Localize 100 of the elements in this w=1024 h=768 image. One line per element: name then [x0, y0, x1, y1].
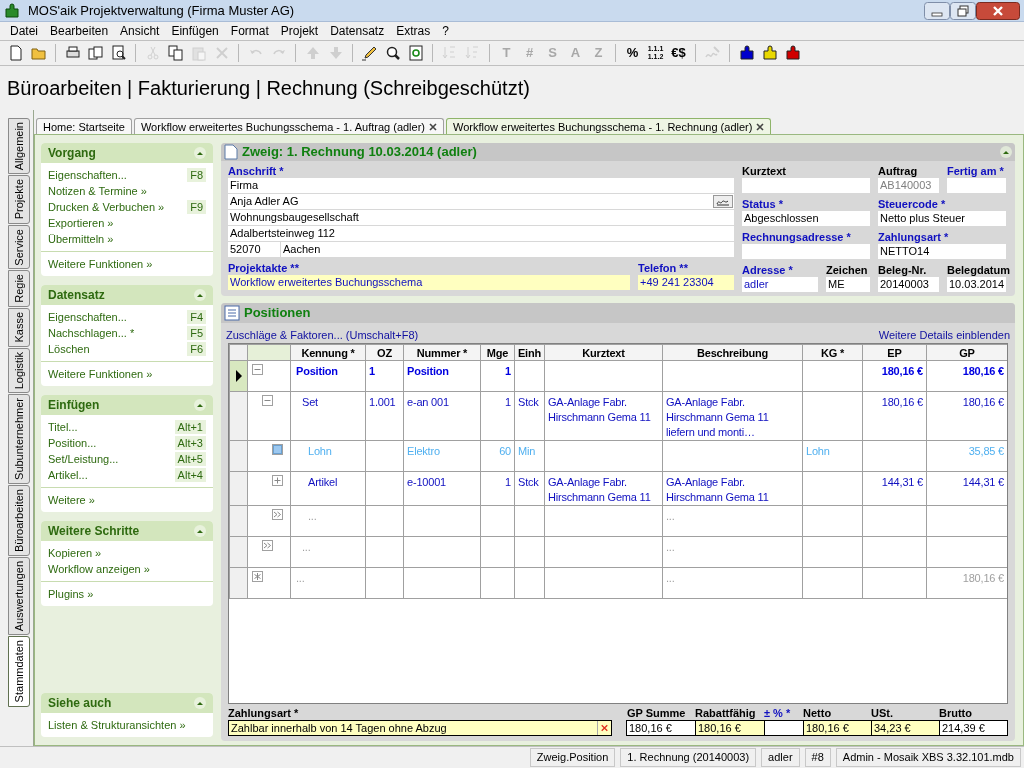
side-tab[interactable]: Regie [8, 270, 30, 308]
task-link[interactable]: Eigenschaften... [48, 168, 127, 182]
input-field[interactable]: 52070 [228, 242, 280, 257]
column-header[interactable]: KG * [802, 344, 863, 361]
input-field[interactable]: Netto plus Steuer [878, 211, 1006, 226]
input-field[interactable]: 10.03.2014 [947, 277, 1006, 292]
column-header[interactable]: Beschreibung [662, 344, 803, 361]
task-link[interactable]: Listen & Strukturansichten » [48, 718, 186, 732]
task-link[interactable]: Kopieren » [48, 546, 102, 560]
printer-icon[interactable] [64, 45, 81, 61]
collapse-icon[interactable] [194, 697, 206, 709]
input-field[interactable]: Aachen [281, 242, 734, 257]
menu-item[interactable]: Datensatz [324, 22, 391, 40]
input-field[interactable]: AB140003 [878, 178, 939, 193]
task-link[interactable]: Set/Leistung... [48, 452, 119, 466]
task-link[interactable]: Position... [48, 436, 97, 450]
close-icon[interactable] [976, 1, 1020, 20]
toolbar-button[interactable]: % [621, 42, 644, 64]
column-header[interactable]: GP [926, 344, 1007, 361]
input-field[interactable]: NETTO14 [878, 244, 1006, 259]
input-field[interactable] [742, 244, 870, 259]
side-tab[interactable]: Allgemein [8, 118, 30, 175]
task-link[interactable]: Weitere » [48, 493, 206, 507]
toolbar-button[interactable]: €$ [667, 42, 690, 64]
section-header[interactable]: Vorgang [41, 143, 213, 163]
column-header[interactable]: Kennung * [290, 344, 366, 361]
more-icon[interactable] [263, 541, 272, 550]
menu-item[interactable]: Datei [4, 22, 44, 40]
task-link[interactable]: Titel... [48, 420, 78, 434]
task-link[interactable]: Workflow anzeigen » [48, 562, 150, 576]
input-field[interactable]: Abgeschlossen [742, 211, 870, 226]
document-tab[interactable]: Workflow erweitertes Buchungsschema - 1. Auftrag (adler) [133, 118, 444, 134]
task-link[interactable]: Plugins » [48, 587, 206, 601]
puzzle-icon[interactable] [738, 45, 755, 61]
expand-icon[interactable] [273, 476, 282, 485]
folder-icon[interactable] [30, 45, 47, 61]
side-tab[interactable]: Büroarbeiten [8, 484, 30, 556]
input-field[interactable]: Zahlbar innerhalb von 14 Tagen ohne Abzug [228, 720, 612, 736]
input-field[interactable]: Wohnungsbaugesellschaft [228, 210, 734, 225]
section-header[interactable]: Einfügen [41, 395, 213, 415]
puzzle-icon[interactable] [784, 45, 801, 61]
puzzle-icon[interactable] [761, 45, 778, 61]
lookup-button[interactable] [713, 195, 733, 208]
side-tab[interactable]: Subunternehmer [8, 394, 30, 484]
task-link[interactable]: Eigenschaften... [48, 310, 127, 324]
task-link[interactable]: Weitere Funktionen » [48, 257, 206, 271]
collapse-icon[interactable] [194, 289, 206, 301]
section-header[interactable]: Datensatz [41, 285, 213, 305]
side-tab[interactable]: Kasse [8, 308, 30, 347]
section-header[interactable]: Siehe auch [41, 693, 213, 713]
input-field[interactable]: ME [826, 277, 870, 292]
input-field[interactable]: Anja Adler AG [228, 194, 734, 209]
minimize-icon[interactable] [924, 1, 950, 20]
side-tab[interactable]: Auswertungen [8, 556, 30, 636]
input-field[interactable]: +49 241 23304 [638, 275, 734, 290]
magnifier-page-icon[interactable] [110, 45, 127, 61]
side-tab[interactable]: Logistik [8, 347, 30, 393]
column-header[interactable]: Kurztext [544, 344, 663, 361]
input-field[interactable]: Firma [228, 178, 734, 193]
menu-item[interactable]: Einfügen [165, 22, 225, 40]
document-tab[interactable]: Home: Startseite [36, 118, 132, 134]
close-icon[interactable] [429, 122, 437, 131]
link[interactable]: Weitere Details einblenden [878, 329, 1010, 341]
new-document-icon[interactable] [7, 45, 24, 61]
menu-item[interactable]: Extras [390, 22, 437, 40]
task-link[interactable]: Notizen & Termine » [48, 184, 147, 198]
input-field[interactable]: Workflow erweitertes Buchungsschema [228, 275, 630, 290]
column-header[interactable]: Einh [514, 344, 545, 361]
refresh-icon[interactable] [407, 45, 424, 61]
task-link[interactable]: Drucken & Verbuchen » [48, 200, 165, 214]
pages-icon[interactable] [87, 45, 104, 61]
task-link[interactable]: Übermitteln » [48, 232, 114, 246]
input-field[interactable] [947, 178, 1006, 193]
column-header[interactable]: Mge [480, 344, 515, 361]
input-field[interactable]: adler [742, 277, 818, 292]
section-header[interactable]: Weitere Schritte [41, 521, 213, 541]
task-link[interactable]: Artikel... [48, 468, 88, 482]
task-link[interactable]: Weitere Funktionen » [48, 367, 206, 381]
menu-item[interactable]: Bearbeiten [44, 22, 115, 40]
row-indicator[interactable] [229, 360, 248, 392]
menu-item[interactable]: ? [436, 22, 455, 40]
input-field[interactable]: Adalbertsteinweg 112 [228, 226, 734, 241]
column-header[interactable]: OZ [365, 344, 404, 361]
input-field[interactable]: 20140003 [878, 277, 939, 292]
collapse-icon[interactable] [194, 399, 206, 411]
more-icon[interactable] [273, 510, 282, 519]
task-link[interactable]: Löschen [48, 342, 90, 356]
input-field[interactable] [742, 178, 870, 193]
menu-item[interactable]: Ansicht [114, 22, 166, 40]
document-tab[interactable]: Workflow erweitertes Buchungsschema - 1. Rechnung (adler) [446, 118, 772, 134]
task-link[interactable]: Nachschlagen... * [48, 326, 135, 340]
collapse-icon[interactable] [194, 525, 206, 537]
side-tab[interactable]: Stammdaten [8, 636, 30, 707]
close-icon[interactable] [756, 122, 765, 131]
collapse-icon[interactable] [194, 147, 206, 159]
task-link[interactable]: Exportieren » [48, 216, 114, 230]
collapse-icon[interactable] [1000, 146, 1012, 158]
side-tab[interactable]: Service [8, 224, 30, 270]
link[interactable]: Zuschläge & Faktoren... (Umschalt+F8) [226, 329, 419, 341]
side-tab[interactable]: Projekte [8, 175, 30, 224]
